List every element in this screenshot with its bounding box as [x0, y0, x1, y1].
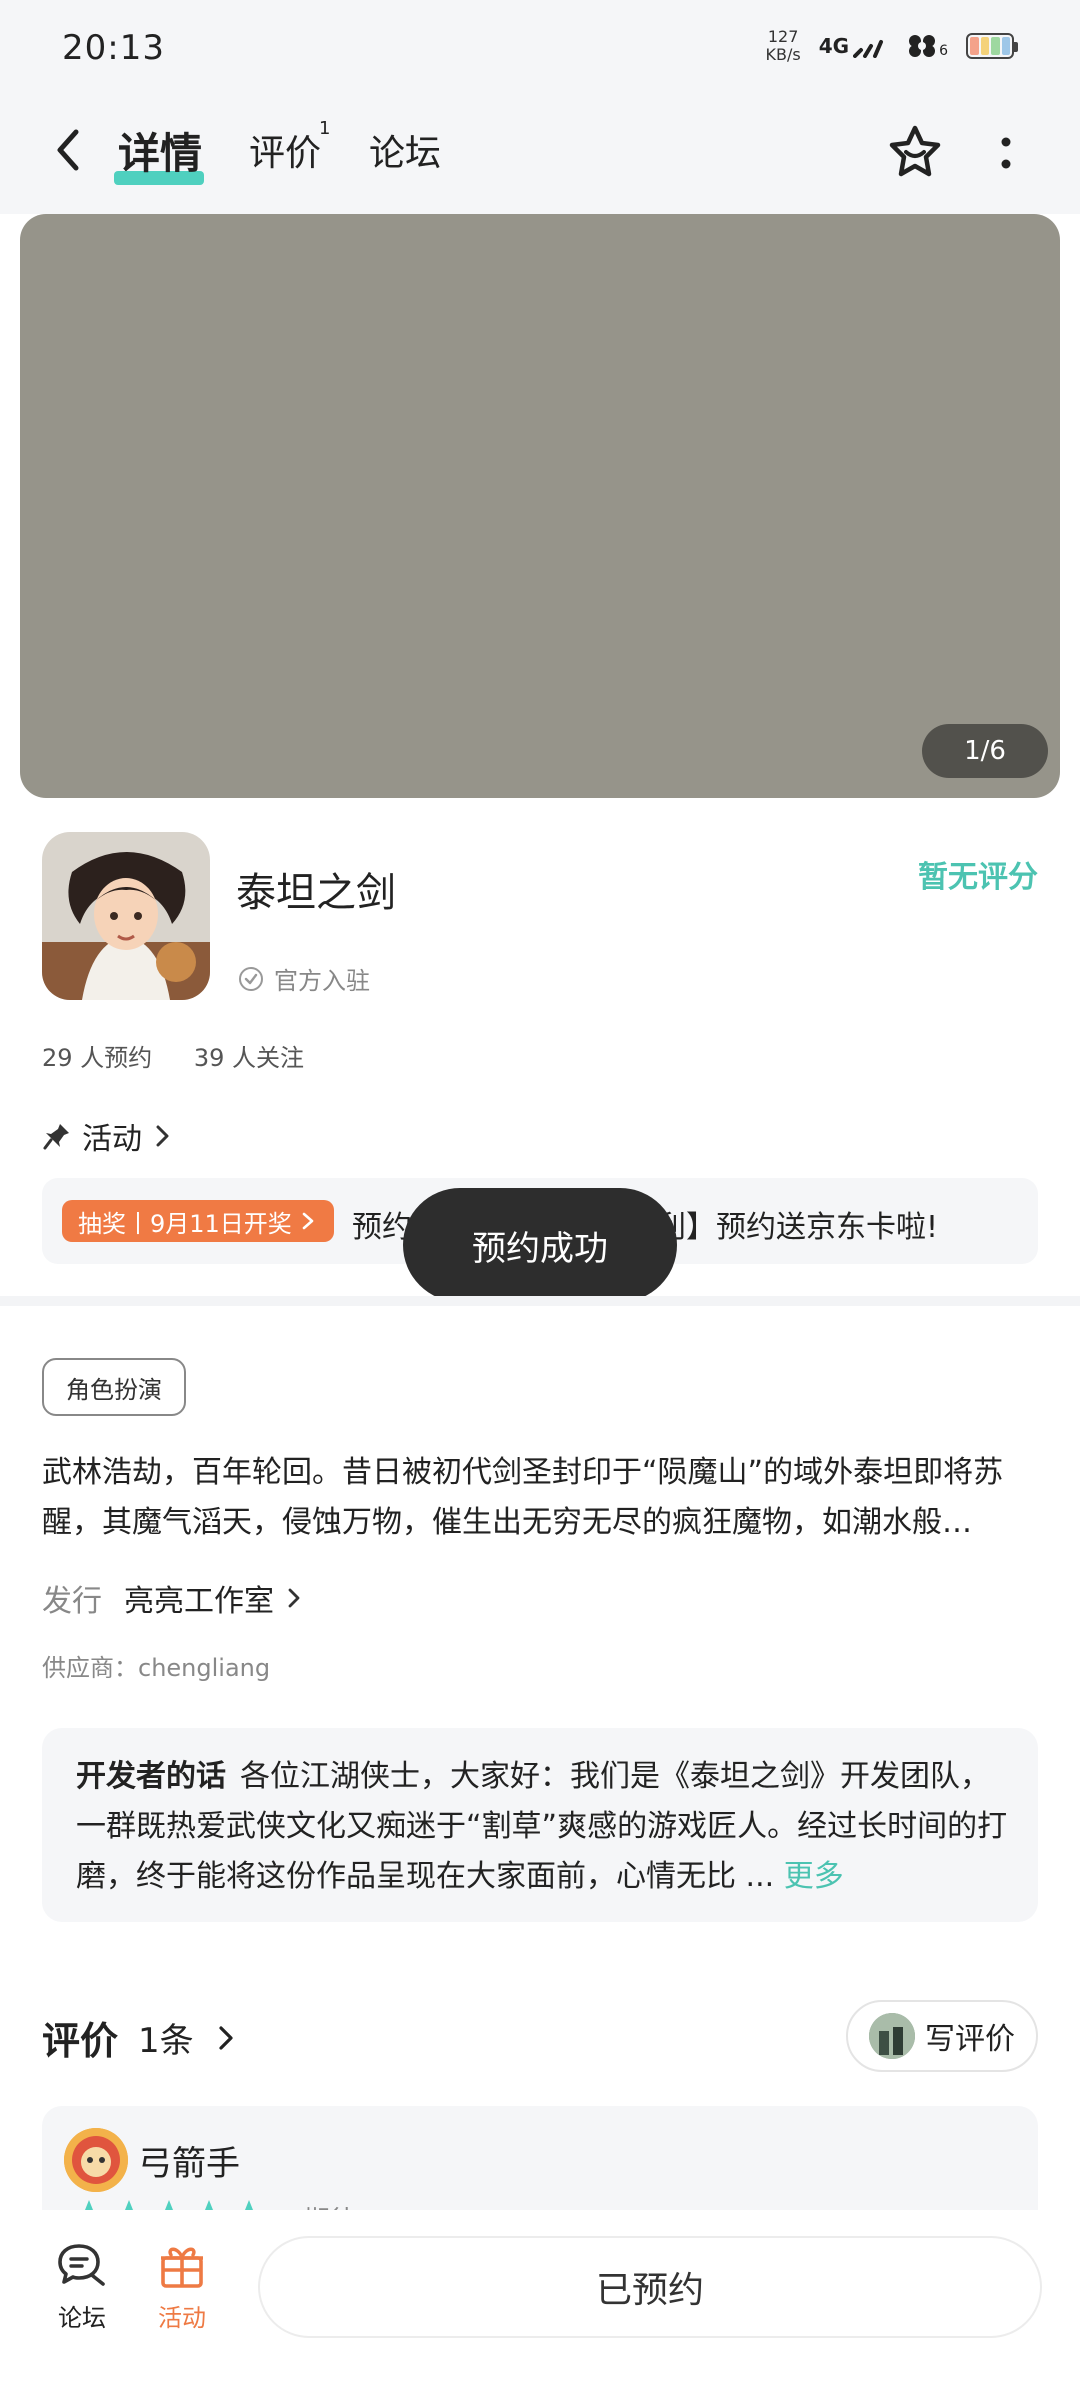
write-review-button[interactable]: 写评价: [846, 2000, 1038, 2072]
pin-icon: [43, 1124, 69, 1150]
reviews-title: 评价: [42, 2019, 119, 2063]
reviewer-name: 弓箭手: [138, 2144, 240, 2184]
official-badge: 官方入驻: [238, 961, 370, 996]
status-icons: 127 KB/s 4G 6: [765, 27, 1018, 64]
publisher-row[interactable]: 发行 亮亮工作室: [42, 1576, 304, 1620]
bottom-action-bar: 论坛 活动 已预约: [0, 2210, 1080, 2400]
reserved-button[interactable]: 已预约: [258, 2236, 1042, 2338]
rating-label: 暂无评分: [918, 860, 1038, 895]
signal-icon: 4G: [819, 34, 889, 58]
publisher-name: 亮亮工作室: [124, 1584, 274, 1619]
network-speed: 127 KB/s: [765, 27, 801, 64]
tab-reviews[interactable]: 评价: [249, 124, 321, 176]
chevron-right-icon: [288, 1588, 300, 1608]
bottom-nav-forum[interactable]: 论坛: [32, 2240, 132, 2333]
reviews-header[interactable]: 评价 1条: [42, 2010, 238, 2065]
back-button[interactable]: [46, 122, 92, 178]
reviews-count-badge: 1: [319, 118, 331, 139]
developer-note-title: 开发者的话: [76, 1759, 226, 1794]
tab-forum[interactable]: 论坛: [369, 124, 441, 176]
chevron-right-icon: [302, 1212, 314, 1230]
toast-message: 预约成功: [403, 1188, 677, 1302]
screenshot-carousel[interactable]: 1/6: [20, 214, 1060, 798]
game-description[interactable]: 武林浩劫，百年轮回。昔日被初代剑圣封印于“陨魔山”的域外泰坦即将苏醒，其魔气滔天…: [42, 1448, 1038, 1548]
more-options-button[interactable]: [990, 134, 1022, 178]
lottery-tag: 抽奖丨9月11日开奖: [62, 1200, 334, 1242]
more-vertical-icon: [1001, 137, 1011, 169]
battery-icon: [966, 33, 1018, 59]
game-icon: [42, 832, 210, 1000]
status-time: 20:13: [62, 28, 165, 68]
genre-tag[interactable]: 角色扮演: [42, 1358, 186, 1416]
reviews-count: 1条: [138, 2021, 194, 2061]
more-link[interactable]: 更多: [784, 1859, 844, 1894]
forum-icon: [58, 2244, 105, 2286]
favorite-button[interactable]: [884, 122, 946, 184]
reservation-count: 29 人预约: [42, 1044, 153, 1072]
chevron-right-icon: [156, 1125, 169, 1147]
status-bar: 20:13 127 KB/s 4G 6: [0, 0, 1080, 96]
developer-note-card[interactable]: 开发者的话 各位江湖侠士，大家好：我们是《泰坦之剑》开发团队，一群既热爱武侠文化又…: [42, 1728, 1038, 1922]
top-navigation: 详情 评价 1 论坛: [0, 96, 1080, 214]
developer-note: 开发者的话 各位江湖侠士，大家好：我们是《泰坦之剑》开发团队，一群既热爱武侠文化又…: [76, 1752, 1016, 1902]
user-avatar: [869, 2013, 915, 2059]
gift-icon: [161, 2247, 203, 2288]
star-icon: [889, 125, 941, 177]
supplier-info: 供应商：chengliang: [42, 1654, 271, 1682]
section-divider: [0, 1296, 1080, 1306]
game-stats: 29 人预约 39 人关注: [42, 1038, 338, 1073]
back-arrow-icon: [57, 129, 79, 171]
game-title: 泰坦之剑: [236, 870, 396, 916]
check-circle-icon: [239, 966, 263, 991]
bottom-nav-activity[interactable]: 活动: [132, 2240, 232, 2333]
tab-details[interactable]: 详情: [118, 120, 202, 181]
reviewer-avatar: [64, 2128, 128, 2192]
publisher-label: 发行: [42, 1584, 102, 1619]
activity-section-header[interactable]: 活动: [42, 1114, 174, 1158]
chevron-right-icon: [219, 2025, 233, 2050]
follow-count: 39 人关注: [193, 1044, 304, 1072]
notification-icon: 6: [907, 33, 948, 59]
carousel-counter: 1/6: [922, 724, 1048, 778]
